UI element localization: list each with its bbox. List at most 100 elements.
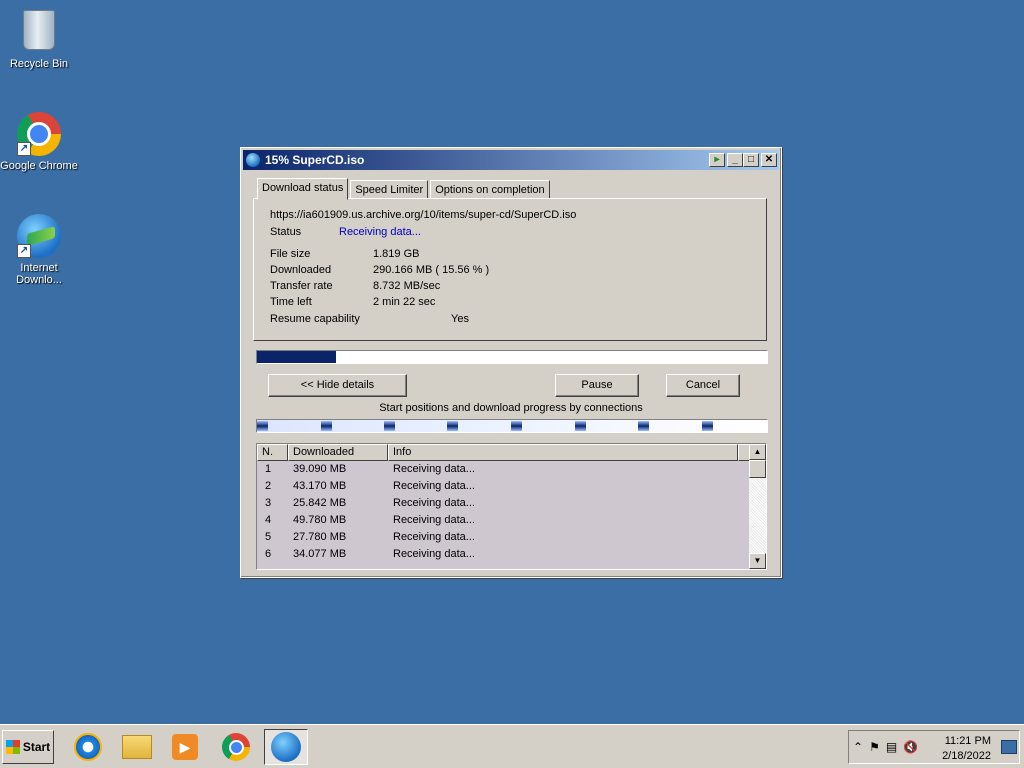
maximize-button[interactable]: □ [743, 153, 759, 167]
cell-info: Receiving data... [393, 531, 475, 543]
taskbar-media-player[interactable]: ▶ [163, 729, 207, 765]
idm-icon [246, 153, 260, 167]
column-header-downloaded[interactable]: Downloaded [288, 444, 388, 461]
download-url: https://ia601909.us.archive.org/10/items… [270, 209, 577, 221]
tab-options-on-completion[interactable]: Options on completion [430, 180, 550, 199]
scroll-thumb[interactable] [749, 460, 766, 478]
taskbar-internet-explorer[interactable] [66, 729, 110, 765]
cell-info: Receiving data... [393, 548, 475, 560]
chrome-icon: ↗ [17, 112, 61, 156]
windows-logo-icon [5, 740, 20, 754]
cell-info: Receiving data... [393, 497, 475, 509]
status-row: Status Receiving data... [270, 226, 421, 238]
show-desktop-button[interactable] [1001, 740, 1017, 754]
cancel-button[interactable]: Cancel [666, 374, 740, 397]
tab-download-status[interactable]: Download status [257, 178, 349, 200]
table-row[interactable]: 1 39.090 MB Receiving data... [257, 461, 749, 478]
vertical-scrollbar[interactable]: ▲ ▼ [749, 444, 766, 569]
cell-downloaded: 39.090 MB [293, 463, 347, 475]
field-value: 2 min 22 sec [373, 296, 436, 308]
cell-n: 6 [265, 548, 272, 560]
clock-date: 2/18/2022 [942, 750, 991, 762]
file-explorer-icon [122, 735, 152, 759]
pause-button[interactable]: Pause [555, 374, 639, 397]
network-icon[interactable]: ▤ [886, 740, 897, 754]
window-title: 15% SuperCD.iso [265, 153, 365, 167]
media-player-icon: ▶ [172, 734, 198, 760]
start-button[interactable]: Start [2, 730, 54, 764]
cell-n: 1 [265, 463, 272, 475]
field-label: File size [270, 248, 311, 260]
connection-segment [702, 421, 713, 431]
desktop-icon-label: Recycle Bin [9, 58, 69, 70]
cell-downloaded: 43.170 MB [293, 480, 347, 492]
scroll-up-arrow-icon[interactable]: ▲ [749, 444, 766, 460]
tab-strip: Download status Speed Limiter Options on… [257, 178, 552, 200]
volume-muted-icon[interactable]: 🔇 [903, 740, 918, 754]
cell-downloaded: 49.780 MB [293, 514, 347, 526]
field-value: 8.732 MB/sec [373, 280, 441, 292]
connection-segment [638, 421, 649, 431]
desktop-icon-recycle-bin[interactable]: Recycle Bin [0, 8, 78, 70]
cell-n: 2 [265, 480, 272, 492]
table-row[interactable]: 6 34.077 MB Receiving data... [257, 546, 749, 563]
taskbar: Start ▶ ⌃ ⚑ ▤ 🔇 11:21 PM 2/18/2022 [0, 724, 1024, 768]
desktop-icon-label: Google Chrome [0, 160, 78, 172]
field-label: Transfer rate [270, 280, 333, 292]
start-label: Start [22, 740, 51, 754]
cell-downloaded: 27.780 MB [293, 531, 347, 543]
pin-button[interactable]: ▸ [709, 153, 725, 167]
desktop-icon-google-chrome[interactable]: ↗ Google Chrome [0, 112, 78, 172]
taskbar-file-explorer[interactable] [115, 729, 159, 765]
download-progress-bar [256, 350, 768, 364]
cell-info: Receiving data... [393, 463, 475, 475]
connection-segment [257, 421, 268, 431]
tab-speed-limiter[interactable]: Speed Limiter [350, 180, 429, 199]
table-row[interactable]: 4 49.780 MB Receiving data... [257, 512, 749, 529]
table-row[interactable]: 2 43.170 MB Receiving data... [257, 478, 749, 495]
cell-n: 5 [265, 531, 272, 543]
internet-explorer-icon [74, 733, 102, 761]
status-label: Status [270, 226, 302, 238]
cell-downloaded: 34.077 MB [293, 548, 347, 560]
progress-fill [257, 351, 337, 363]
titlebar[interactable]: 15% SuperCD.iso ▸ _ □ ✕ [243, 150, 779, 170]
close-button[interactable]: ✕ [761, 153, 777, 167]
idm-icon [271, 732, 301, 762]
connection-segment [384, 421, 395, 431]
clock[interactable]: 11:21 PM 2/18/2022 [942, 734, 991, 764]
column-header-n[interactable]: N. [257, 444, 288, 461]
clock-time: 11:21 PM [944, 735, 991, 747]
scroll-down-arrow-icon[interactable]: ▼ [749, 553, 766, 569]
table-row[interactable]: 3 25.842 MB Receiving data... [257, 495, 749, 512]
field-value: 1.819 GB [373, 248, 420, 260]
recycle-bin-icon [17, 10, 61, 54]
column-header-info[interactable]: Info [388, 444, 738, 461]
desktop-icon-idm[interactable]: ↗ Internet Downlo... [0, 214, 78, 286]
resume-row: Resume capability Yes [270, 313, 469, 325]
table-header: N. Downloaded Info [257, 444, 766, 461]
transfer-rate-row: Transfer rate 8.732 MB/sec [270, 280, 440, 292]
status-value: Receiving data... [339, 226, 421, 238]
connections-caption: Start positions and download progress by… [379, 402, 643, 414]
taskbar-idm[interactable] [264, 729, 308, 765]
connection-segment [321, 421, 332, 431]
system-tray: ⌃ ⚑ ▤ 🔇 11:21 PM 2/18/2022 [848, 730, 1020, 764]
field-value: 290.166 MB ( 15.56 % ) [373, 264, 490, 276]
time-left-row: Time left 2 min 22 sec [270, 296, 435, 308]
cell-info: Receiving data... [393, 480, 475, 492]
action-center-flag-icon[interactable]: ⚑ [869, 740, 880, 754]
cell-downloaded: 25.842 MB [293, 497, 347, 509]
show-hidden-icons-icon[interactable]: ⌃ [853, 740, 863, 754]
connections-table[interactable]: N. Downloaded Info 1 39.090 MB Receiving d… [256, 443, 767, 570]
hide-details-button[interactable]: << Hide details [268, 374, 407, 397]
idm-icon: ↗ [17, 214, 61, 258]
cell-n: 4 [265, 514, 272, 526]
minimize-button[interactable]: _ [727, 153, 743, 167]
desktop-icon-label: Internet Downlo... [16, 262, 62, 286]
cell-info: Receiving data... [393, 514, 475, 526]
taskbar-chrome[interactable] [214, 729, 258, 765]
shortcut-arrow-icon: ↗ [17, 142, 31, 156]
file-size-row: File size 1.819 GB [270, 248, 419, 260]
table-row[interactable]: 5 27.780 MB Receiving data... [257, 529, 749, 546]
